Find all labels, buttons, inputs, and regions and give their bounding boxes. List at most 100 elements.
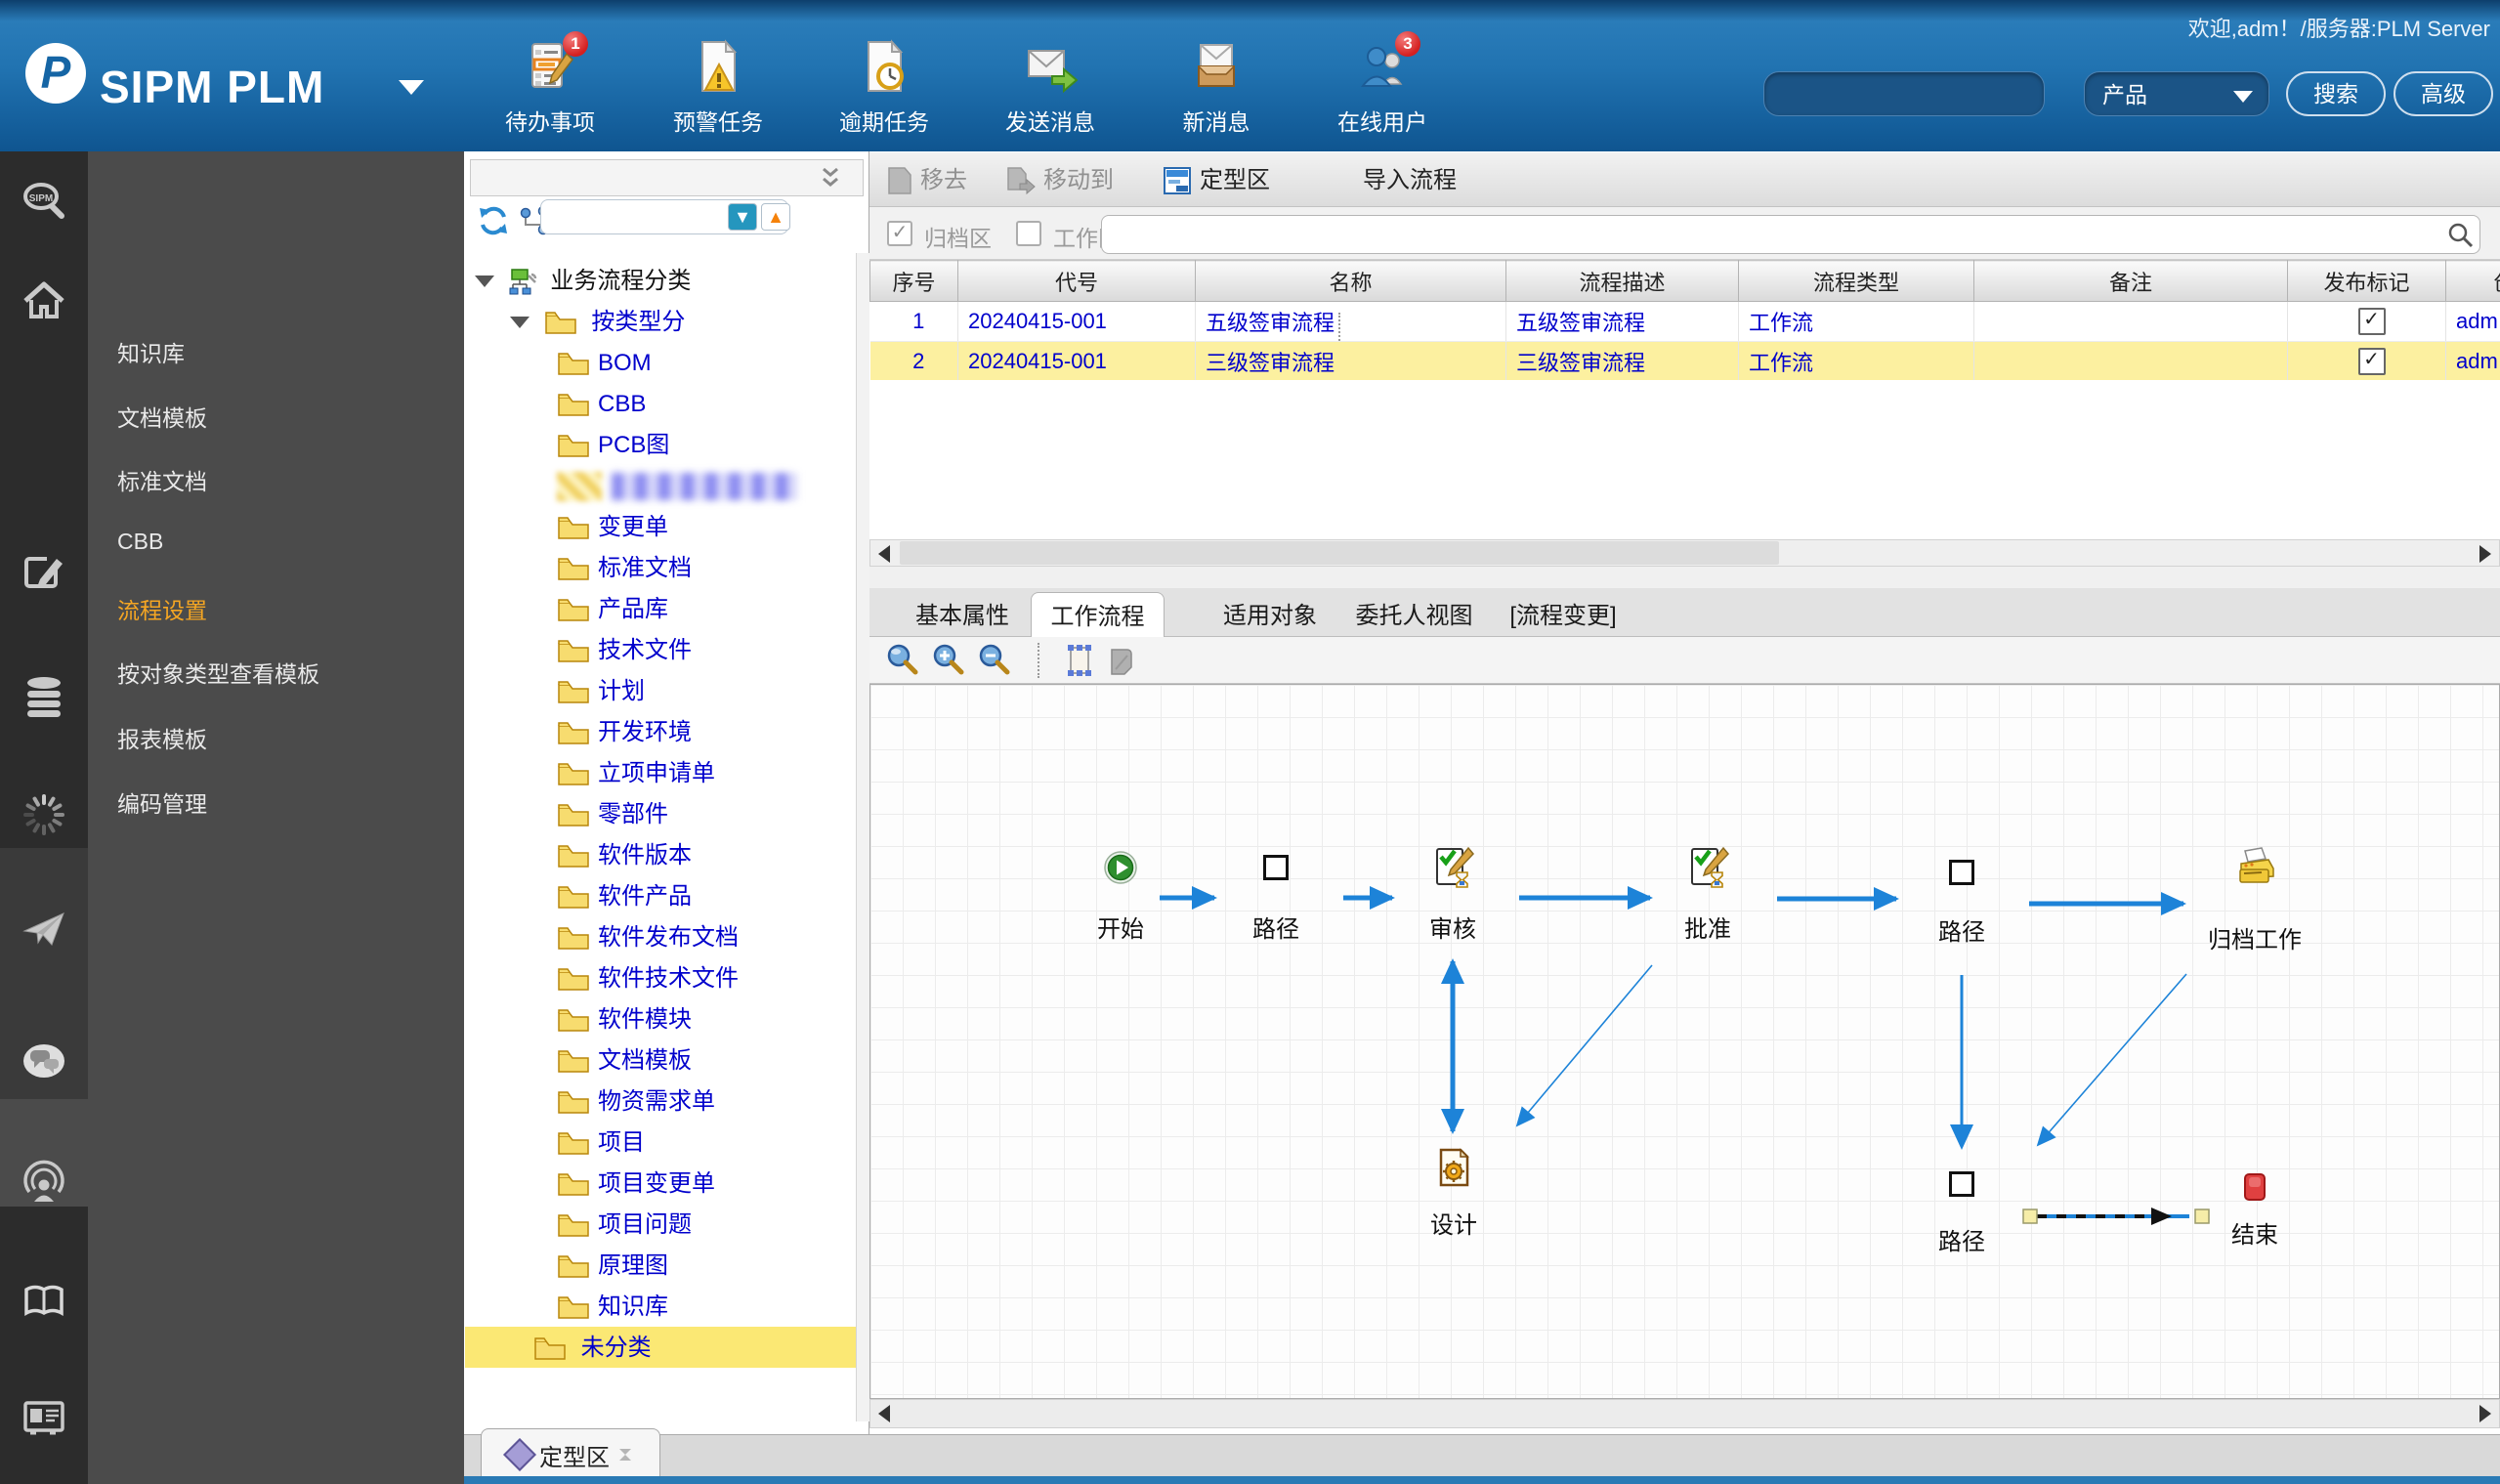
tree-item-cbb[interactable]: CBB (557, 383, 797, 424)
flow-node-path1[interactable] (1263, 855, 1289, 880)
tree-item-bom[interactable]: BOM (557, 342, 797, 383)
cell-type[interactable]: 工作流 (1738, 341, 1974, 380)
edit-icon[interactable] (21, 550, 67, 597)
tab-applicable-objects[interactable]: 适用对象 (1216, 596, 1324, 637)
tree-item-pcb[interactable]: PCB图 (557, 424, 797, 465)
nav-send-message-button[interactable]: 发送消息 (977, 39, 1123, 137)
scroll-left-arrow[interactable] (878, 1405, 890, 1422)
tab-process-change[interactable]: [流程变更] (1500, 596, 1627, 637)
zoom-in-icon[interactable] (930, 642, 967, 679)
tab-workflow[interactable]: 工作流程 (1031, 592, 1165, 639)
home-icon[interactable] (21, 276, 67, 323)
zoom-out-icon[interactable] (976, 642, 1013, 679)
archive-area-checkbox[interactable]: ✓ (887, 221, 912, 246)
col-name[interactable]: 名称 (1195, 260, 1506, 302)
published-checkbox[interactable]: ✓ (2357, 308, 2386, 336)
advanced-search-button[interactable]: 高级 (2394, 71, 2493, 116)
tree-item-sw-product[interactable]: 软件产品 (557, 875, 797, 916)
published-checkbox[interactable]: ✓ (2357, 348, 2386, 376)
tree-item-material-request[interactable]: 物资需求单 (557, 1081, 797, 1122)
flow-node-start[interactable] (1103, 850, 1138, 885)
col-code[interactable]: 代号 (957, 260, 1196, 302)
flow-node-approve[interactable] (1686, 846, 1729, 889)
tab-basic-properties[interactable]: 基本属性 (909, 596, 1016, 637)
finalized-area-button[interactable]: 定型区 (1163, 164, 1270, 197)
print-preview-icon[interactable] (1104, 642, 1141, 679)
cell-name[interactable]: 五级签审流程 (1195, 301, 1506, 342)
scroll-left-arrow[interactable] (878, 545, 890, 563)
chat-bubbles-icon[interactable] (21, 1038, 67, 1084)
paper-plane-icon[interactable] (21, 905, 67, 952)
tree-item-project-change[interactable]: 项目变更单 (557, 1163, 797, 1204)
scroll-right-arrow[interactable] (2479, 1405, 2491, 1422)
dock-tab-finalized-area[interactable]: 定型区 (481, 1428, 660, 1480)
menu-item-knowledge-base[interactable]: 知识库 (117, 335, 449, 368)
tree-search-up-button[interactable]: ▲ (761, 203, 790, 231)
open-book-icon[interactable] (21, 1278, 67, 1325)
cell-desc[interactable]: 三级签审流程 (1505, 341, 1739, 380)
contact-card-icon[interactable] (21, 1394, 67, 1441)
flow-node-path3[interactable] (1949, 1171, 1974, 1197)
col-desc[interactable]: 流程描述 (1505, 260, 1739, 302)
table-row-selected[interactable]: 2 20240415-001 三级签审流程 三级签审流程 工作流 ✓ adm (869, 341, 2500, 380)
logo-icon[interactable]: P (25, 43, 86, 104)
nav-warning-tasks-button[interactable]: 预警任务 (645, 39, 791, 137)
cell-note[interactable] (1973, 301, 2288, 342)
nav-overdue-tasks-button[interactable]: 逾期任务 (811, 39, 957, 137)
col-published[interactable]: 发布标记 (2287, 260, 2446, 302)
tree-item-product-lib[interactable]: 产品库 (557, 588, 797, 629)
database-icon[interactable] (21, 674, 67, 721)
nav-todo-button[interactable]: 1 待办事项 (477, 31, 623, 137)
tree-item-change-order[interactable]: 变更单 (557, 506, 797, 547)
flow-node-archive[interactable] (2232, 846, 2277, 891)
flow-node-end[interactable] (2243, 1172, 2267, 1202)
tree-item-schematic[interactable]: 原理图 (557, 1245, 797, 1286)
flow-node-design[interactable] (1434, 1147, 1473, 1188)
tree-item-project-application[interactable]: 立项申请单 (557, 752, 797, 793)
col-note[interactable]: 备注 (1973, 260, 2288, 302)
tree-group-by-type[interactable]: 按类型分 (510, 301, 685, 342)
double-chevron-down-icon[interactable] (816, 166, 845, 191)
col-creator[interactable]: 创 (2445, 260, 2500, 302)
menu-item-report-template[interactable]: 报表模板 (117, 721, 449, 754)
tab-delegate-view[interactable]: 委托人视图 (1348, 596, 1480, 637)
tree-vertical-scrollbar[interactable] (856, 253, 869, 1421)
connector-handle[interactable] (2194, 1208, 2210, 1224)
flow-node-path2[interactable] (1949, 860, 1974, 885)
flow-node-review[interactable] (1431, 846, 1474, 889)
work-area-checkbox[interactable] (1016, 221, 1041, 246)
menu-item-code-management[interactable]: 编码管理 (117, 785, 449, 819)
sipm-search-icon[interactable]: SIPM (21, 179, 67, 226)
dock-resize-icon[interactable] (617, 1447, 633, 1463)
tree-collapse-band[interactable] (470, 159, 864, 196)
cell-code[interactable]: 20240415-001 (957, 301, 1196, 342)
remove-button[interactable]: 移去 (887, 164, 967, 197)
tree-item-tech-file[interactable]: 技术文件 (557, 629, 797, 670)
menu-item-cbb[interactable]: CBB (117, 529, 449, 562)
import-process-button[interactable]: 导入流程 (1363, 164, 1457, 197)
tree-item-plan[interactable]: 计划 (557, 670, 797, 711)
tree-item-project-issue[interactable]: 项目问题 (557, 1204, 797, 1245)
nav-new-message-button[interactable]: 新消息 (1143, 39, 1290, 137)
search-category-select[interactable]: 产品 (2084, 71, 2269, 116)
search-button[interactable]: 搜索 (2286, 71, 2386, 116)
refresh-icon[interactable] (476, 204, 511, 237)
menu-item-process-settings[interactable]: 流程设置 (117, 592, 449, 625)
tree-item-doc-template[interactable]: 文档模板 (557, 1039, 797, 1081)
cell-name[interactable]: 三级签审流程 (1195, 341, 1506, 380)
tree-expand-arrow-icon[interactable] (475, 275, 494, 287)
col-type[interactable]: 流程类型 (1738, 260, 1974, 302)
move-to-button[interactable]: 移动到 (1006, 164, 1114, 197)
tree-item-knowledge-base[interactable]: 知识库 (557, 1286, 797, 1327)
cell-code[interactable]: 20240415-001 (957, 341, 1196, 380)
cell-creator[interactable]: adm (2445, 301, 2500, 342)
tree-search-down-button[interactable]: ▼ (728, 203, 757, 231)
connector-handle[interactable] (2022, 1208, 2038, 1224)
tree-item-sw-release-doc[interactable]: 软件发布文档 (557, 916, 797, 957)
tree-item-standard-doc[interactable]: 标准文档 (557, 547, 797, 588)
table-row[interactable]: 1 20240415-001 五级签审流程 五级签审流程 工作流 ✓ adm (869, 301, 2500, 342)
splitter[interactable] (869, 567, 2500, 588)
tree-item-sw-version[interactable]: 软件版本 (557, 834, 797, 875)
tree-item-parts[interactable]: 零部件 (557, 793, 797, 834)
tree-item-sw-tech-file[interactable]: 软件技术文件 (557, 957, 797, 998)
